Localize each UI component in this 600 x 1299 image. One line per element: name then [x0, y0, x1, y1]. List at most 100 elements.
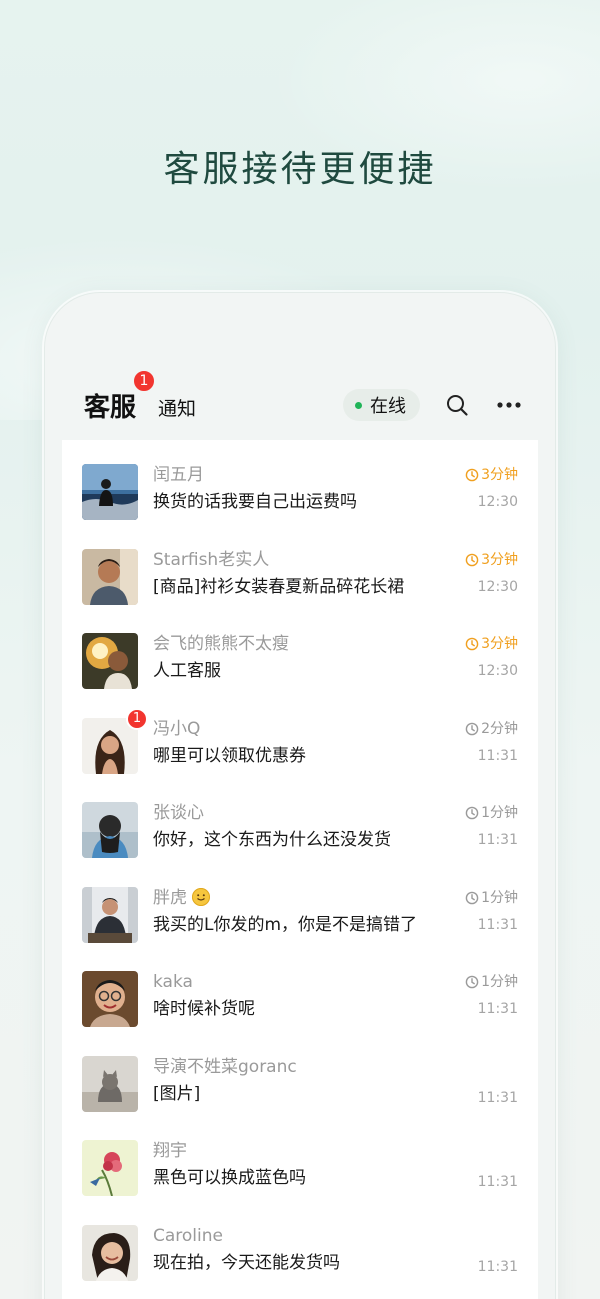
contact-name: Caroline	[153, 1225, 428, 1247]
timestamp: 11:31	[477, 916, 518, 933]
timestamp: 11:31	[477, 1001, 518, 1017]
wait-time-label: 3分钟	[481, 467, 518, 483]
wait-time-label: 1分钟	[481, 889, 518, 906]
conversation-meta: 2分钟 11:31	[428, 718, 518, 767]
contact-name-label: 冯小Q	[153, 718, 201, 739]
avatar[interactable]	[82, 886, 138, 943]
avatar[interactable]	[82, 971, 138, 1027]
wait-time: 3分钟	[465, 464, 518, 486]
search-icon[interactable]	[442, 390, 472, 420]
conversation-row[interactable]: 导演不姓菜goranc [图片] 11:31	[62, 1032, 538, 1117]
conversation-meta: 3分钟 12:30	[428, 549, 518, 598]
wait-time-label: 3分钟	[481, 551, 518, 568]
conversation-list: 闰五月 换货的话我要自己出运费吗 3分钟 12:30 Starfish老实人 […	[62, 440, 538, 1299]
wait-time-label: 1分钟	[481, 805, 518, 821]
conversation-text: 闰五月 换货的话我要自己出运费吗	[153, 464, 428, 513]
conversation-row[interactable]: 张谈心 你好，这个东西为什么还没发货 1分钟 11:31	[62, 778, 538, 863]
contact-name: Starfish老实人	[153, 549, 428, 571]
conversation-meta: 1分钟 11:31	[428, 887, 518, 936]
contact-name-label: Caroline	[153, 1225, 223, 1246]
sunset-portrait-avatar-image	[82, 633, 138, 689]
man-at-desk-avatar-image	[82, 886, 138, 943]
app-header: 客服 1 通知 在线	[62, 368, 538, 438]
conversation-meta: 1分钟 11:31	[428, 971, 518, 1020]
clock-icon	[465, 553, 479, 567]
conversation-row[interactable]: Starfish老实人 [商品]衬衫女装春夏新品碎花长裙 3分钟 12:30	[62, 525, 538, 610]
conversation-text: 翔宇 黑色可以换成蓝色吗	[153, 1140, 428, 1189]
conversation-text: 冯小Q 哪里可以领取优惠券	[153, 718, 428, 767]
contact-name: 胖虎	[153, 887, 428, 909]
online-status-label: 在线	[370, 396, 406, 417]
timestamp: 12:30	[477, 578, 518, 595]
timestamp: 12:30	[477, 663, 518, 679]
contact-name-label: Starfish老实人	[153, 549, 270, 570]
smile-emoji-icon	[192, 887, 211, 906]
conversation-row[interactable]: 闰五月 换货的话我要自己出运费吗 3分钟 12:30	[62, 440, 538, 525]
wait-time: 3分钟	[465, 549, 518, 571]
conversation-meta: 11:31	[428, 1140, 518, 1193]
more-icon[interactable]	[494, 390, 524, 420]
conversation-text: 张谈心 你好，这个东西为什么还没发货	[153, 802, 428, 851]
conversation-meta: 3分钟 12:30	[428, 633, 518, 682]
conversation-meta: 11:31	[428, 1056, 518, 1109]
online-status-toggle[interactable]: 在线	[343, 389, 420, 421]
contact-name: 导演不姓菜goranc	[153, 1056, 428, 1078]
tab-customer-service[interactable]: 客服 1	[84, 368, 157, 424]
tab-notifications[interactable]: 通知	[158, 394, 196, 421]
last-message: 换货的话我要自己出运费吗	[153, 492, 357, 512]
clock-icon	[465, 891, 479, 905]
conversation-text: 会飞的熊熊不太瘦 人工客服	[153, 633, 428, 682]
last-message: 我买的L你发的m，你是不是搞错了	[153, 914, 418, 935]
timestamp: 11:31	[477, 1089, 518, 1106]
smiling-woman-avatar-image	[82, 1224, 138, 1281]
timestamp: 11:31	[477, 1258, 518, 1275]
contact-name-label: 闰五月	[153, 465, 204, 485]
last-message: 现在拍，今天还能发货吗	[153, 1252, 340, 1273]
contact-name-label: 导演不姓菜goranc	[153, 1056, 297, 1077]
avatar[interactable]	[82, 802, 138, 858]
flower-painting-avatar-image	[82, 1140, 138, 1196]
timestamp: 11:31	[477, 747, 518, 764]
wait-time: 1分钟	[465, 802, 518, 824]
contact-name: 张谈心	[153, 802, 428, 824]
last-message: 人工客服	[153, 661, 221, 681]
conversation-row[interactable]: 翔宇 黑色可以换成蓝色吗 11:31	[62, 1116, 538, 1201]
conversation-text: 导演不姓菜goranc [图片]	[153, 1056, 428, 1105]
conversation-meta: 3分钟 12:30	[428, 464, 518, 513]
unread-badge: 1	[132, 368, 157, 393]
contact-name: 闰五月	[153, 464, 428, 486]
timestamp: 11:31	[477, 1174, 518, 1190]
online-dot-icon	[355, 401, 362, 409]
unread-badge: 1	[126, 707, 148, 730]
conversation-row[interactable]: 1 冯小Q 哪里可以领取优惠券 2分钟 11:31	[62, 694, 538, 779]
conversation-meta: 1分钟 11:31	[428, 802, 518, 851]
clock-icon	[465, 468, 479, 482]
avatar[interactable]	[82, 1140, 138, 1196]
conversation-row[interactable]: 会飞的熊熊不太瘦 人工客服 3分钟 12:30	[62, 609, 538, 694]
promo-headline: 客服接待更便捷	[163, 149, 437, 190]
contact-name-label: 张谈心	[153, 803, 204, 823]
wait-time: 3分钟	[465, 633, 518, 655]
wait-time-label: 2分钟	[481, 720, 518, 737]
avatar[interactable]	[82, 633, 138, 689]
clock-icon	[465, 637, 479, 651]
conversation-meta: 11:31	[428, 1225, 518, 1278]
avatar[interactable]	[82, 1055, 138, 1112]
wait-time: 1分钟	[465, 971, 518, 993]
avatar[interactable]: 1	[82, 707, 148, 774]
timestamp: 12:30	[477, 494, 518, 510]
last-message: 你好，这个东西为什么还没发货	[153, 830, 391, 850]
contact-name-label: 翔宇	[153, 1141, 187, 1161]
last-message: 哪里可以领取优惠券	[153, 745, 306, 766]
glasses-man-avatar-image	[82, 971, 138, 1027]
last-message: [图片]	[153, 1083, 201, 1104]
tab-customer-service-label: 客服	[84, 392, 137, 423]
conversation-row[interactable]: kaka 啥时候补货呢 1分钟 11:31	[62, 947, 538, 1032]
conversation-row[interactable]: Caroline 现在拍，今天还能发货吗 11:31	[62, 1201, 538, 1286]
avatar[interactable]	[82, 1224, 138, 1281]
last-message: 黑色可以换成蓝色吗	[153, 1168, 306, 1188]
cat-avatar-image	[82, 1055, 138, 1112]
avatar[interactable]	[82, 548, 138, 605]
conversation-row[interactable]: 胖虎 我买的L你发的m，你是不是搞错了 1分钟 11:31	[62, 863, 538, 948]
avatar[interactable]	[82, 464, 138, 520]
